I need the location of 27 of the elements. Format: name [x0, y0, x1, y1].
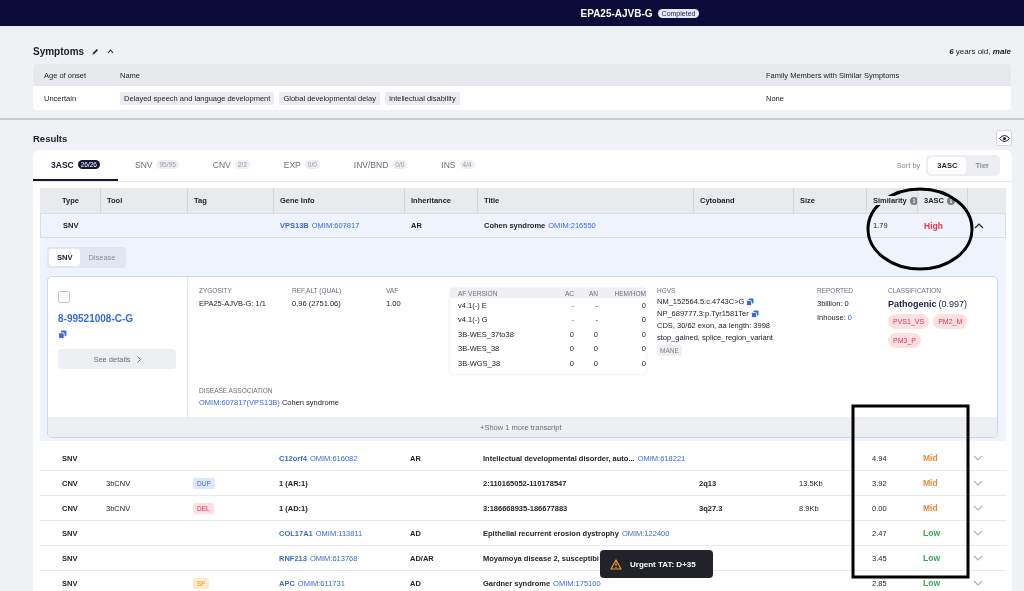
checkbox[interactable]: [58, 291, 70, 303]
chevron-right-icon: [136, 355, 141, 363]
chevron-up-icon[interactable]: [107, 48, 115, 54]
patient-info: 6 years old, male: [949, 46, 1011, 56]
chevron-up-icon[interactable]: [974, 222, 984, 229]
case-title: EPA25-AJVB-G: [580, 7, 653, 19]
info-icon[interactable]: [947, 196, 955, 205]
section-title: Results: [33, 132, 68, 144]
eye-icon: [998, 134, 1010, 142]
score-cell: High: [924, 220, 943, 231]
score-cell: Mid: [923, 503, 938, 513]
score-cell: Low: [923, 578, 940, 588]
copy-icon[interactable]: [750, 309, 759, 318]
warning-icon: [610, 558, 622, 570]
toast: Urgent TAT: D+35: [600, 550, 713, 578]
variant-link[interactable]: 8-99521008-C-G: [58, 313, 134, 324]
score-cell: Low: [923, 553, 940, 563]
score-cell: Mid: [923, 478, 938, 488]
classification-score: (0.997): [938, 299, 968, 309]
section-title: Symptoms: [33, 45, 85, 57]
score-cell: Low: [923, 528, 940, 538]
score-cell: Mid: [923, 453, 938, 463]
copy-icon[interactable]: [746, 297, 755, 306]
eye-button[interactable]: [996, 130, 1012, 146]
copy-icon[interactable]: [58, 330, 67, 339]
pencil-icon[interactable]: [92, 47, 100, 55]
classification-verdict: Pathogenic: [888, 299, 937, 309]
